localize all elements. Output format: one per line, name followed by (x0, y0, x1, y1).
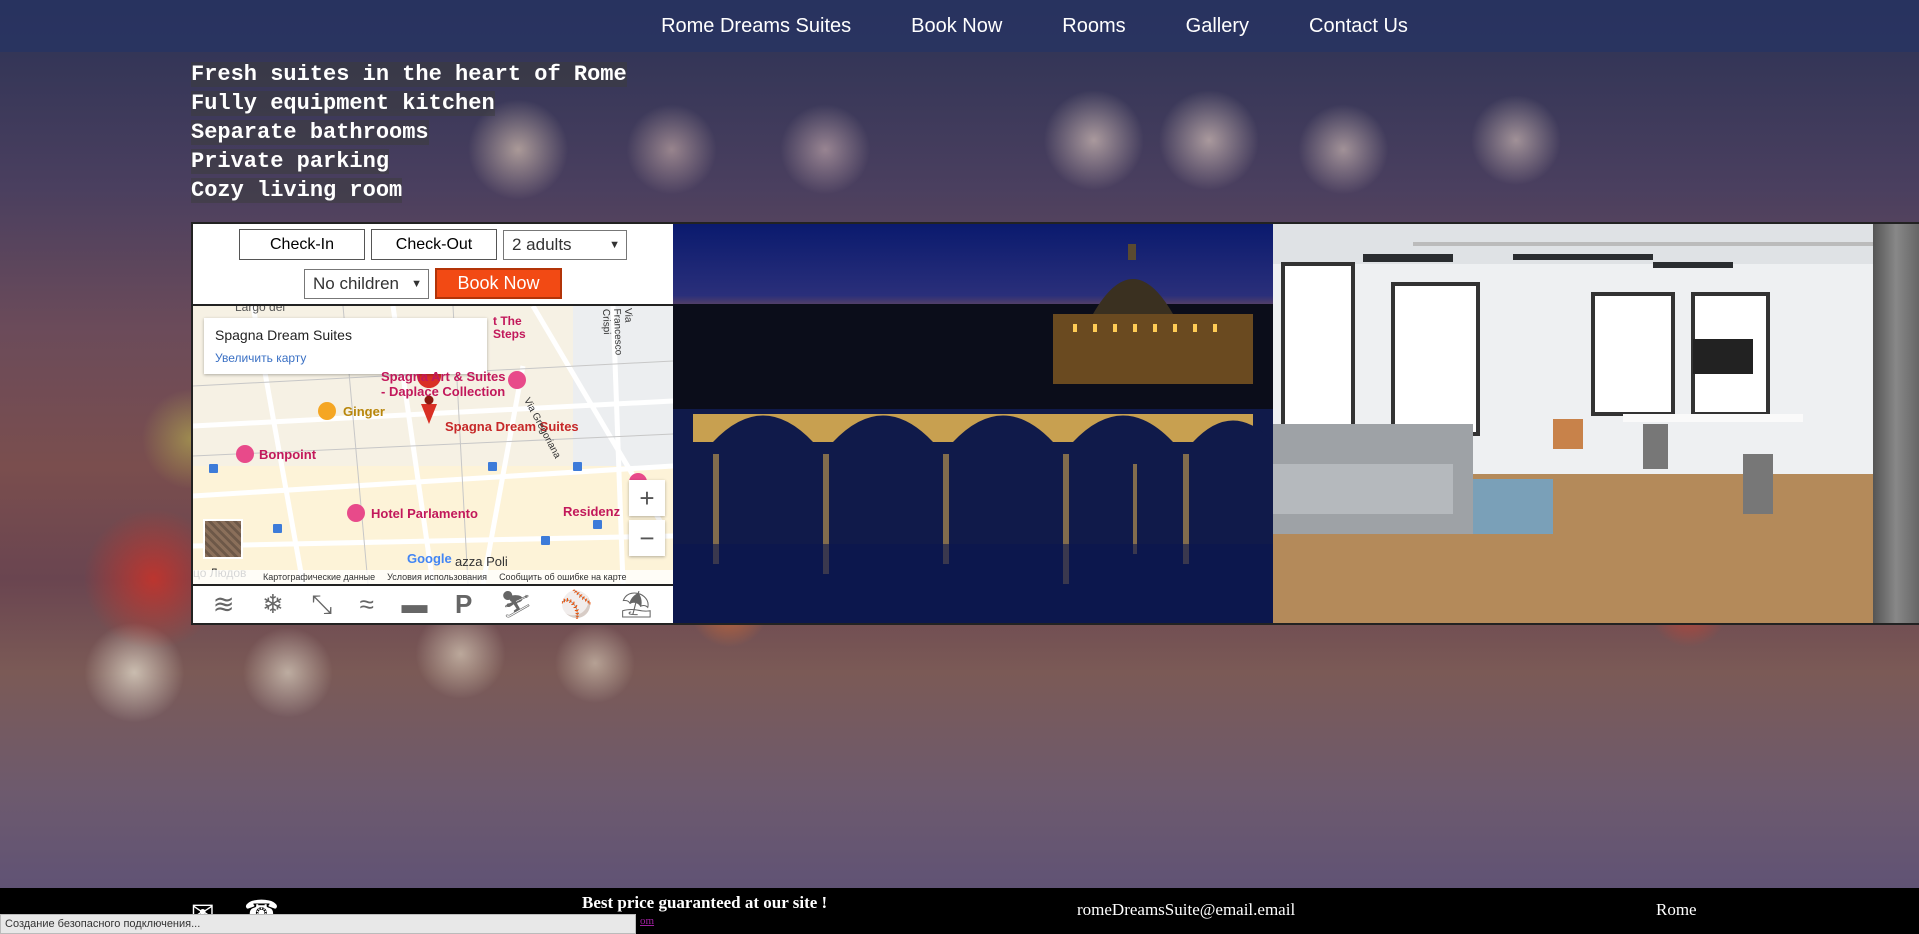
enlarge-map-link[interactable]: Увеличить карту (215, 351, 306, 365)
check-out-button[interactable]: Check-Out (371, 229, 497, 260)
ski-icon: ⛷ (499, 589, 533, 619)
map-label-steps-2: Steps (493, 327, 526, 341)
footer-tagline: Best price guaranteed at our site ! (582, 893, 828, 912)
feature-line: Private parking (191, 149, 390, 174)
living-room-illustration (1273, 224, 1873, 623)
map-label-bonpoint: Bonpoint (259, 447, 317, 462)
resize-icon: ⤡ (311, 588, 333, 619)
children-select-value: No children (313, 273, 399, 293)
parking-icon: P (454, 589, 473, 619)
map-label-pin: Spagna Dream Suites (445, 419, 579, 434)
map-place-card: Spagna Dream Suites Увеличить карту (204, 318, 487, 374)
map-label-steps-1: t The (493, 314, 522, 328)
map-label-via-crispi: Via Francesco Crispi (600, 308, 634, 356)
map-label-largo: Largo del (235, 306, 286, 314)
chevron-down-icon: ▼ (411, 277, 422, 290)
nav-gallery-link[interactable]: Gallery (1186, 15, 1249, 38)
map-footer: Картографические данные Условия использо… (193, 570, 673, 584)
satellite-view-toggle[interactable] (203, 519, 243, 559)
map-label-spagna-art: Spagna Art & Suites (381, 369, 506, 384)
map-zoom-in-button[interactable]: + (629, 480, 665, 516)
top-nav: Rome Dreams Suites Book Now Rooms Galler… (0, 0, 1919, 52)
map-terms-link[interactable]: Условия использования (387, 572, 487, 582)
footer-email[interactable]: romeDreamsSuite@email.email (1077, 900, 1295, 920)
wifi-icon: ≋ (212, 589, 235, 619)
beach-umbrella-icon: ⛱ (620, 589, 654, 619)
map-label-hotel-parlamento: Hotel Parlamento (371, 506, 478, 521)
partial-third-photo (1873, 224, 1919, 623)
nav-rooms-link[interactable]: Rooms (1062, 15, 1125, 38)
nav-brand-link[interactable]: Rome Dreams Suites (661, 15, 851, 38)
credit-card-icon: ▬ (401, 589, 428, 619)
map-label-daplace: - Daplace Collection (381, 384, 506, 399)
map-report-link[interactable]: Сообщить об ошибке на карте (499, 572, 626, 582)
embedded-map[interactable]: Largo del t The Steps Spagna Dream Suite… (193, 306, 673, 586)
map-label-ginger: Ginger (343, 404, 385, 419)
feature-line: Fresh suites in the heart of Rome (191, 62, 627, 87)
map-label-residenza: Residenz (563, 504, 621, 519)
feature-line: Cozy living room (191, 178, 403, 203)
nav-book-now-link[interactable]: Book Now (911, 15, 1002, 38)
feature-line: Separate bathrooms (191, 120, 429, 145)
check-in-button[interactable]: Check-In (239, 229, 365, 260)
browser-status-bar: Создание безопасного подключения... (0, 914, 636, 934)
book-now-button[interactable]: Book Now (435, 268, 562, 299)
swim-icon: ≈ (359, 589, 374, 619)
rome-bridge-photo (673, 224, 1273, 623)
pool-icon: ⚾ (560, 589, 593, 619)
main-panel: Check-In Check-Out 2 adults ▼ No childre… (191, 222, 1919, 625)
amenity-icons: ≋ ❄ ⤡ ≈ ▬ P ⛷ ⚾ ⛱ (193, 586, 673, 623)
adults-select-value: 2 adults (512, 234, 572, 254)
nav-contact-us-link[interactable]: Contact Us (1309, 15, 1408, 38)
booking-form: Check-In Check-Out 2 adults ▼ No childre… (193, 224, 673, 306)
living-room-photo (1273, 224, 1873, 623)
map-data-credit: Картографические данные (263, 572, 376, 582)
footer-city: Rome (1656, 900, 1697, 919)
google-logo: Google (407, 551, 452, 566)
map-place-title: Spagna Dream Suites (215, 327, 352, 343)
map-zoom-out-button[interactable]: − (629, 520, 665, 556)
booking-column: Check-In Check-Out 2 adults ▼ No childre… (193, 224, 673, 623)
children-select[interactable]: No children ▼ (304, 268, 429, 299)
map-label-piazza-poli: azza Poli (455, 554, 508, 569)
adults-select[interactable]: 2 adults ▼ (503, 229, 627, 260)
snowflake-icon: ❄ (262, 589, 284, 619)
rome-bridge-illustration (673, 224, 1273, 623)
footer-link[interactable]: om (640, 915, 654, 927)
chevron-down-icon: ▼ (609, 238, 620, 251)
feature-list: Fresh suites in the heart of Rome Fully … (191, 61, 627, 206)
feature-line: Fully equipment kitchen (191, 91, 495, 116)
